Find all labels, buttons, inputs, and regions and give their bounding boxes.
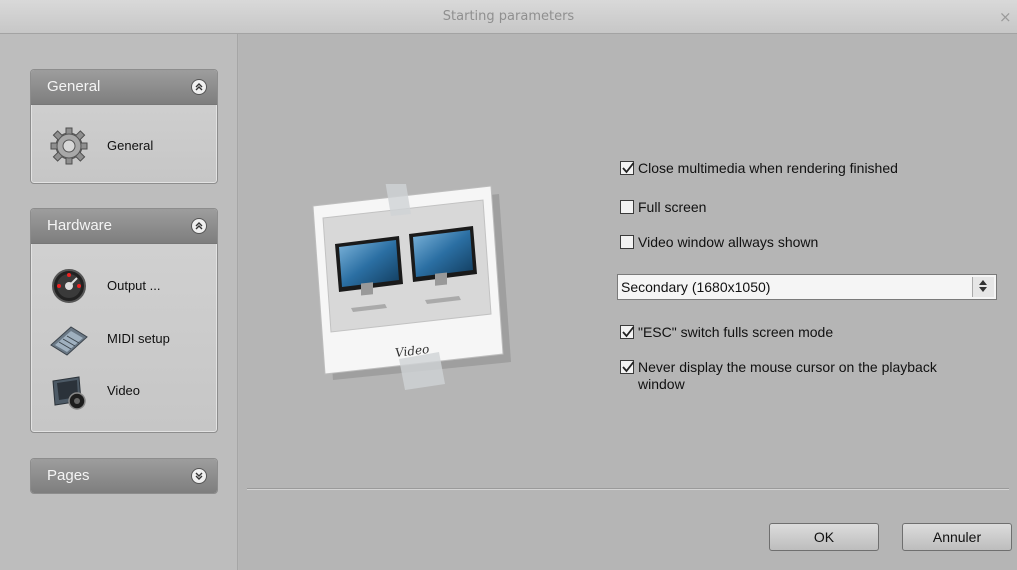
option-label: Video window allways shown	[638, 234, 819, 250]
checkbox-checked[interactable]	[620, 325, 635, 339]
sidebar-group-hardware: Hardware Output ... MIDI setup Video	[30, 208, 218, 433]
sidebar-item-label: Video	[107, 383, 141, 398]
sidebar-item-general[interactable]: General	[49, 126, 209, 166]
chevrons-up-icon[interactable]	[191, 79, 207, 95]
group-title: Hardware	[47, 217, 113, 234]
group-header-pages[interactable]: Pages	[31, 459, 217, 493]
close-icon[interactable]: ×	[999, 0, 1017, 34]
window-title: Starting parameters	[442, 9, 575, 24]
spin-arrows-icon[interactable]	[972, 277, 994, 297]
checkbox-checked[interactable]	[620, 161, 635, 175]
sidebar-item-midi-setup[interactable]: MIDI setup	[49, 319, 209, 359]
option-label: Never display the mouse cursor on the pl…	[638, 359, 937, 375]
main-panel: Video Close multimedia when rendering fi…	[239, 34, 1017, 570]
ok-button[interactable]: OK	[769, 523, 879, 551]
sidebar: General General Hardware Output ... MIDI…	[0, 34, 238, 570]
sidebar-item-output[interactable]: Output ...	[49, 266, 209, 306]
starting-parameters-window: Starting parameters × General General Ha…	[0, 0, 1017, 570]
sidebar-item-label: General	[107, 138, 154, 153]
sidebar-item-video[interactable]: Video	[49, 371, 209, 411]
sidebar-group-pages: Pages	[30, 458, 218, 494]
option-label: "ESC" switch fulls screen mode	[638, 324, 834, 340]
checkbox-unchecked[interactable]	[620, 200, 634, 214]
cancel-button[interactable]: Annuler	[902, 523, 1012, 551]
gear-icon	[49, 126, 89, 166]
dual-monitor-photo-icon: Video	[299, 172, 519, 404]
option-label: Close multimedia when rendering finished	[638, 160, 898, 176]
select-value: Secondary (1680x1050)	[621, 279, 771, 295]
option-label: Full screen	[638, 199, 707, 215]
checkbox-checked[interactable]	[620, 360, 635, 374]
display-select[interactable]: Secondary (1680x1050)	[617, 274, 997, 300]
sidebar-item-label: Output ...	[107, 278, 161, 293]
separator	[247, 488, 1009, 490]
sidebar-group-general: General General	[30, 69, 218, 184]
midi-keyboard-icon	[49, 319, 89, 359]
option-label-continuation: window	[638, 376, 685, 392]
chevrons-down-icon[interactable]	[191, 468, 207, 484]
output-dial-icon	[49, 266, 89, 306]
group-title: General	[47, 78, 101, 95]
group-header-general[interactable]: General	[31, 70, 217, 105]
group-title: Pages	[47, 467, 90, 484]
title-bar[interactable]: Starting parameters ×	[0, 0, 1017, 34]
sidebar-item-label: MIDI setup	[107, 331, 170, 346]
chevrons-up-icon[interactable]	[191, 218, 207, 234]
group-header-hardware[interactable]: Hardware	[31, 209, 217, 244]
video-camera-icon	[49, 371, 89, 411]
checkbox-unchecked[interactable]	[620, 235, 634, 249]
